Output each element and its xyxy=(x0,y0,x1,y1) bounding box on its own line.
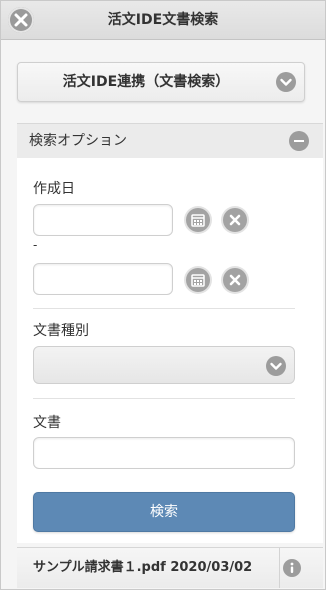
result-title: サンプル請求書１.pdf 2020/03/02 xyxy=(33,560,253,575)
minus-icon xyxy=(289,131,309,151)
calendar-icon[interactable] xyxy=(186,208,210,232)
search-panel-toggle[interactable]: 活文IDE連携（文書検索） xyxy=(17,62,305,102)
chevron-down-icon xyxy=(276,72,296,92)
search-options-label: 検索オプション xyxy=(29,133,127,149)
calendar-icon[interactable] xyxy=(186,268,210,292)
document-input[interactable] xyxy=(33,437,295,469)
created-date-to-input[interactable] xyxy=(33,263,173,295)
search-button[interactable]: 検索 xyxy=(33,492,295,532)
result-list-item[interactable]: サンプル請求書１.pdf 2020/03/02 xyxy=(17,547,323,588)
clear-icon[interactable] xyxy=(223,268,247,292)
divider xyxy=(33,398,295,399)
page-title: 活文IDE文書検索 xyxy=(107,12,219,28)
search-panel-label: 活文IDE連携（文書検索） xyxy=(62,74,230,90)
doc-type-select[interactable] xyxy=(33,346,295,384)
info-icon[interactable] xyxy=(283,559,301,577)
document-label: 文書 xyxy=(33,415,61,431)
date-range-separator: - xyxy=(33,238,38,252)
app-frame: 活文IDE文書検索 活文IDE連携（文書検索） 検索オプション 作成日 - 文書… xyxy=(0,0,326,590)
header-bar: 活文IDE文書検索 xyxy=(1,1,325,40)
close-icon[interactable] xyxy=(8,7,34,33)
search-options-header[interactable]: 検索オプション xyxy=(17,123,323,159)
divider xyxy=(279,548,280,588)
created-date-label: 作成日 xyxy=(33,181,75,197)
search-options-body: 作成日 - 文書種別 文書 検索 xyxy=(17,158,323,543)
created-date-from-input[interactable] xyxy=(33,204,173,236)
divider xyxy=(33,308,295,309)
chevron-down-icon xyxy=(266,356,286,376)
doc-type-label: 文書種別 xyxy=(33,323,89,339)
clear-icon[interactable] xyxy=(223,208,247,232)
